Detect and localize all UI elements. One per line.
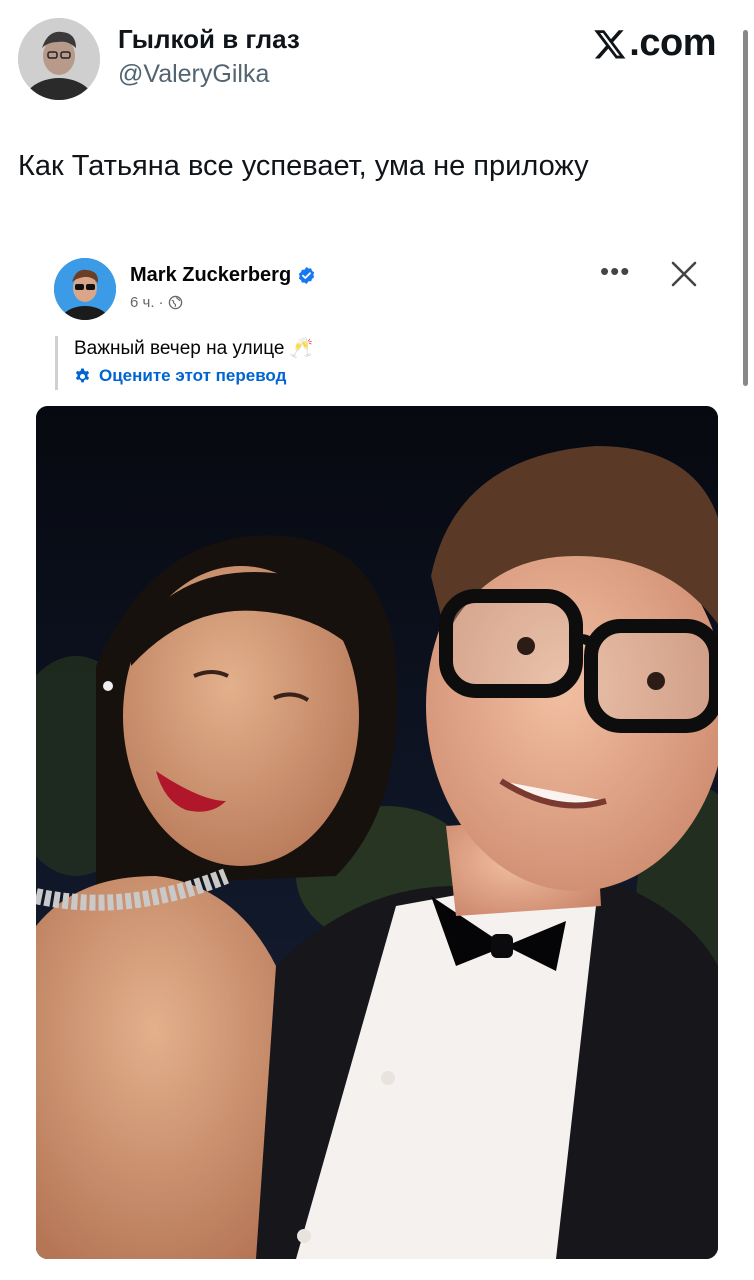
brand-text: .com <box>629 22 716 64</box>
post-author-avatar[interactable] <box>54 258 116 320</box>
post-caption: Важный вечер на улице 🥂 <box>74 338 314 359</box>
quote-bar <box>55 336 58 390</box>
meta-separator: · <box>158 294 164 311</box>
post-author-name[interactable]: Mark Zuckerberg <box>130 264 316 287</box>
scrollbar[interactable] <box>743 30 748 386</box>
author-name[interactable]: Гылкой в глаз <box>118 24 300 55</box>
close-icon[interactable] <box>668 258 700 290</box>
gear-icon <box>75 368 90 382</box>
author-handle[interactable]: @ValeryGilka <box>118 60 269 89</box>
post-meta: 6 ч. · <box>130 294 183 311</box>
post-photo[interactable] <box>36 406 718 1259</box>
more-options-icon[interactable]: ••• <box>600 258 630 284</box>
post-author-name-text[interactable]: Mark Zuckerberg <box>130 264 291 287</box>
tweet-text: Как Татьяна все успевает, ума не приложу <box>18 150 589 182</box>
author-avatar[interactable] <box>18 18 100 100</box>
globe-icon <box>168 295 182 310</box>
x-brand-logo: .com <box>592 22 716 65</box>
rate-translation-link[interactable]: Оцените этот перевод <box>74 366 286 386</box>
x-logo-icon <box>594 29 626 58</box>
selfie-photo-illustration <box>36 406 718 1259</box>
verified-badge-icon <box>299 266 315 285</box>
rate-translation-text[interactable]: Оцените этот перевод <box>99 366 286 386</box>
post-time[interactable]: 6 ч. <box>130 294 155 311</box>
